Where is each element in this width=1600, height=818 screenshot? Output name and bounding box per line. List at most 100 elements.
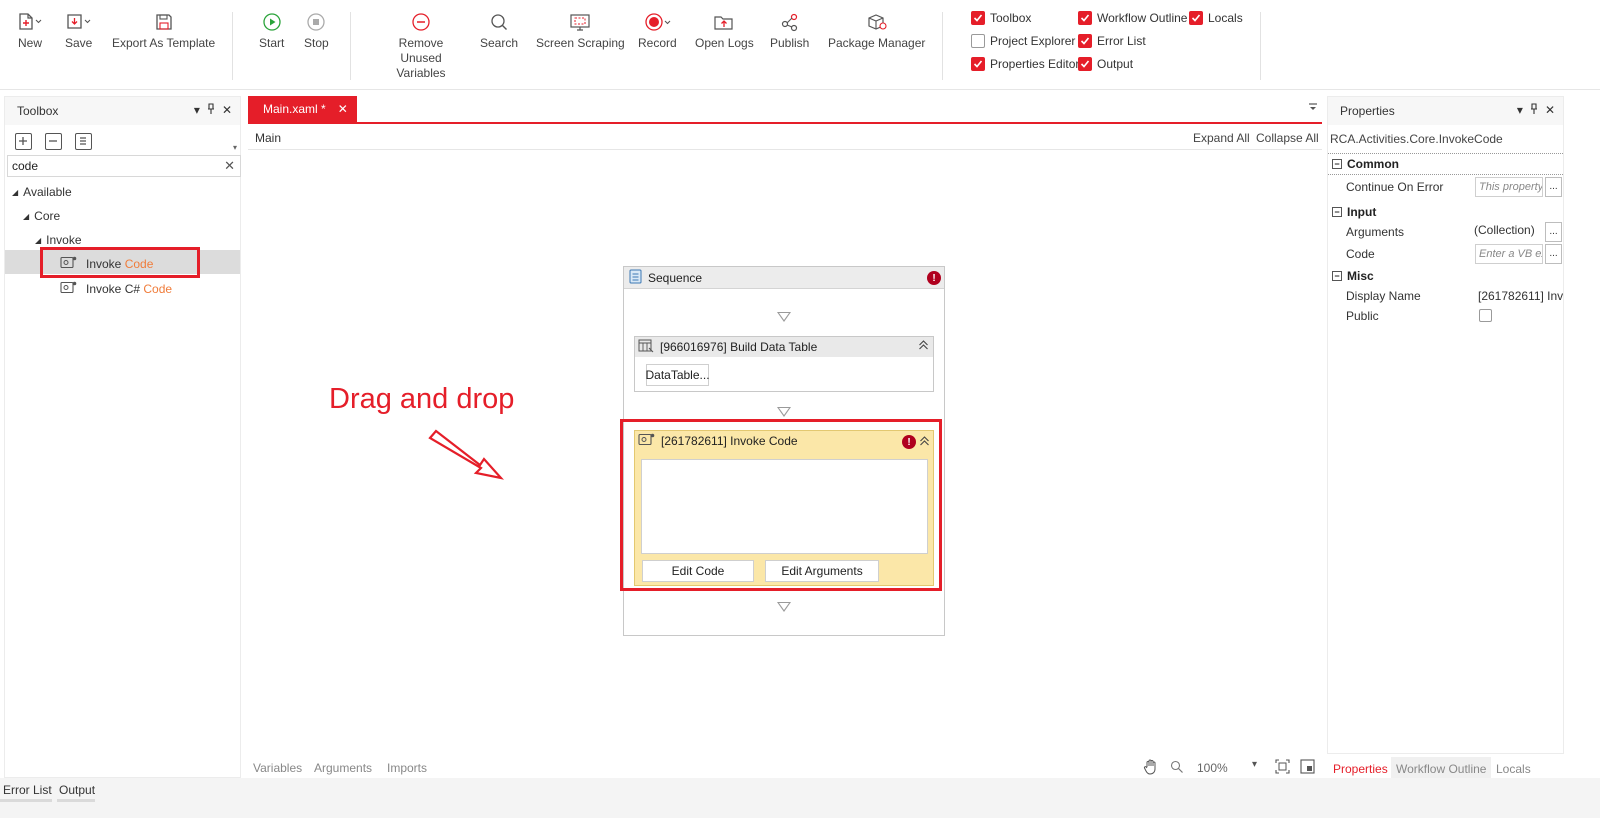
public-checkbox[interactable]: [1479, 309, 1492, 322]
toggle-properties-editor[interactable]: Properties Editor: [971, 57, 1079, 71]
play-circle-icon: [261, 8, 283, 36]
tab-workflow-outline[interactable]: Workflow Outline: [1396, 762, 1486, 776]
property-arguments: Arguments (Collection) ...: [1328, 221, 1563, 243]
toggle-output[interactable]: Output: [1078, 57, 1133, 71]
tab-overflow-icon[interactable]: [1308, 101, 1318, 116]
zoom-search-icon[interactable]: [1170, 760, 1184, 777]
scroll-down-icon[interactable]: ▾: [233, 143, 237, 152]
start-button[interactable]: Start: [259, 8, 284, 51]
toolbox-item-invoke-csharp-code[interactable]: Invoke C# Code: [60, 281, 172, 297]
expand-all-link[interactable]: Expand All: [1193, 131, 1250, 145]
record-button[interactable]: Record: [638, 8, 677, 51]
pin-icon[interactable]: [207, 103, 215, 117]
new-file-icon: [17, 8, 43, 36]
tab-arguments[interactable]: Arguments: [314, 761, 372, 775]
datatable-button[interactable]: DataTable...: [645, 364, 710, 386]
dropdown-icon[interactable]: ▾: [1517, 103, 1523, 117]
close-tab-icon[interactable]: ✕: [338, 102, 348, 116]
display-name-value[interactable]: [261782611] Invoke Code: [1478, 289, 1563, 303]
toggle-workflow-outline[interactable]: Workflow Outline: [1078, 11, 1187, 25]
tab-error-list[interactable]: Error List: [3, 783, 52, 797]
toggle-error-list[interactable]: Error List: [1078, 34, 1146, 48]
toggle-project-explorer[interactable]: Project Explorer: [971, 34, 1075, 48]
tab-output[interactable]: Output: [59, 783, 95, 797]
save-button[interactable]: Save: [65, 8, 92, 51]
zoom-dropdown-icon[interactable]: ▾: [1252, 759, 1257, 770]
share-icon: [779, 8, 801, 36]
code-preview-area[interactable]: [641, 459, 928, 554]
search-button[interactable]: Search: [480, 8, 518, 51]
close-icon[interactable]: ✕: [222, 103, 232, 117]
ellipsis-button[interactable]: ...: [1545, 244, 1562, 264]
close-icon[interactable]: ✕: [1545, 103, 1555, 117]
toolbox-item-invoke-code[interactable]: Invoke Code: [60, 256, 153, 272]
checkbox-checked-icon: [971, 11, 985, 25]
collapse-box-icon: −: [1332, 207, 1342, 217]
stop-button[interactable]: Stop: [304, 8, 329, 51]
overview-map-icon[interactable]: [1300, 759, 1315, 777]
collapse-all-icon[interactable]: [45, 133, 62, 150]
tab-variables[interactable]: Variables: [253, 761, 302, 775]
properties-header: Properties ▾ ✕: [1328, 97, 1563, 125]
stop-circle-icon: [305, 8, 327, 36]
error-icon[interactable]: !: [927, 271, 941, 285]
export-template-button[interactable]: Export As Template: [112, 8, 215, 51]
error-icon[interactable]: !: [902, 435, 916, 449]
toolbox-search: ✕: [7, 155, 241, 177]
screen-scraping-button[interactable]: Screen Scraping: [536, 8, 625, 51]
data-table-icon: [638, 339, 654, 356]
open-logs-button[interactable]: Open Logs: [695, 8, 754, 51]
tab-main-xaml[interactable]: Main.xaml * ✕: [248, 96, 357, 122]
collapse-all-link[interactable]: Collapse All: [1256, 131, 1319, 145]
publish-button[interactable]: Publish: [770, 8, 809, 51]
tree-node-available[interactable]: ◢ Available: [12, 185, 72, 199]
property-code: Code Enter a VB expression ...: [1328, 243, 1563, 265]
hand-pan-icon[interactable]: [1143, 758, 1159, 778]
activity-header: [966016976] Build Data Table: [635, 337, 933, 357]
code-input[interactable]: Enter a VB expression: [1475, 244, 1543, 264]
collapse-box-icon: −: [1332, 159, 1342, 169]
remove-unused-variables-button[interactable]: Remove Unused Variables: [378, 8, 464, 81]
expand-all-icon[interactable]: [15, 133, 32, 150]
drop-target-icon[interactable]: [777, 602, 791, 612]
expanded-triangle-icon: ◢: [35, 235, 42, 245]
ellipsis-button[interactable]: ...: [1545, 222, 1562, 242]
document-tabbar: Main.xaml * ✕: [248, 96, 1322, 124]
pin-icon[interactable]: [1530, 103, 1538, 117]
checkbox-checked-icon: [971, 57, 985, 71]
fit-to-screen-icon[interactable]: [1275, 759, 1290, 777]
ellipsis-button[interactable]: ...: [1545, 177, 1562, 197]
build-data-table-activity[interactable]: [966016976] Build Data Table DataTable..…: [634, 336, 934, 392]
breadcrumb[interactable]: Main: [255, 131, 281, 145]
list-view-icon[interactable]: [75, 133, 92, 150]
dropdown-icon[interactable]: ▾: [194, 103, 200, 117]
drop-target-icon[interactable]: [777, 312, 791, 322]
package-manager-button[interactable]: Package Manager: [828, 8, 925, 51]
edit-arguments-button[interactable]: Edit Arguments: [765, 560, 879, 582]
zoom-level[interactable]: 100%: [1197, 761, 1228, 775]
toolbox-search-input[interactable]: [8, 156, 213, 176]
toggle-locals[interactable]: Locals: [1189, 11, 1243, 25]
tree-node-invoke[interactable]: ◢ Invoke: [35, 233, 82, 247]
category-input[interactable]: − Input: [1328, 201, 1563, 223]
toggle-toolbox[interactable]: Toolbox: [971, 11, 1031, 25]
collapse-chevron-icon[interactable]: [918, 339, 929, 353]
selected-type-name: RCA.Activities.Core.InvokeCode: [1330, 132, 1503, 146]
clear-search-icon[interactable]: ✕: [224, 158, 235, 174]
tab-properties[interactable]: Properties: [1333, 762, 1388, 776]
package-icon: [865, 8, 889, 36]
continue-on-error-input[interactable]: This property: [1475, 177, 1543, 197]
tree-node-core[interactable]: ◢ Core: [23, 209, 60, 223]
expanded-triangle-icon: ◢: [12, 187, 19, 197]
tab-imports[interactable]: Imports: [387, 761, 427, 775]
tab-locals[interactable]: Locals: [1496, 762, 1531, 776]
edit-code-button[interactable]: Edit Code: [642, 560, 754, 582]
new-button[interactable]: New: [17, 8, 43, 51]
category-misc[interactable]: − Misc: [1328, 265, 1563, 287]
bottom-panel-bar: [0, 778, 1600, 818]
invoke-code-activity[interactable]: [261782611] Invoke Code ! Edit Code Edit…: [634, 430, 934, 586]
ribbon-separator: [350, 12, 351, 80]
category-common[interactable]: − Common: [1328, 153, 1563, 175]
collapse-chevron-icon[interactable]: [919, 435, 930, 449]
drop-target-icon[interactable]: [777, 407, 791, 417]
